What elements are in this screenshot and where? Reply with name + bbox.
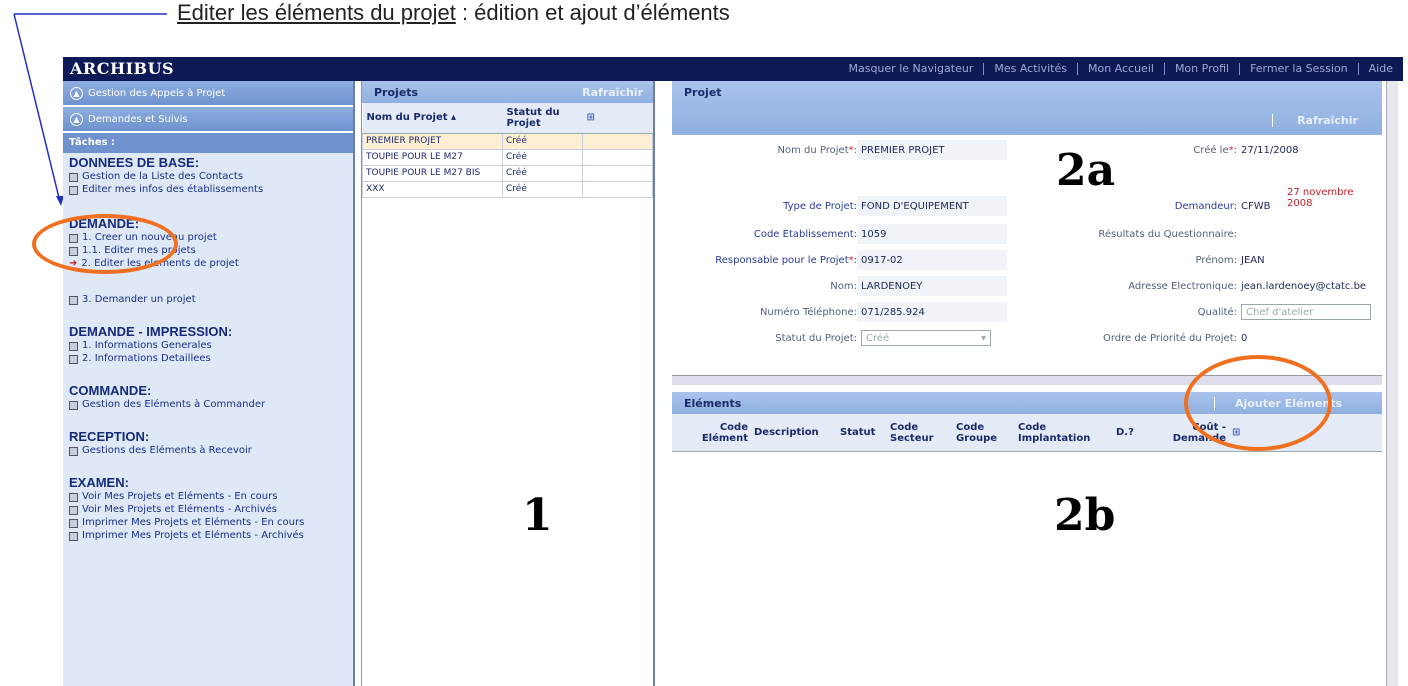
table-row[interactable]: TOUPIE POUR LE M27 BIS Créé [362, 164, 653, 182]
nav-item[interactable]: Imprimer Mes Projets et Eléments - En co… [69, 517, 347, 529]
vertical-scrollbar[interactable] [1386, 81, 1398, 686]
nav-item[interactable]: 3. Demander un projet [69, 294, 347, 306]
task-icon [69, 173, 78, 182]
app-logo: ARCHIBUS [70, 59, 175, 78]
col-status[interactable]: Statut [840, 427, 890, 438]
establishment-code-value[interactable]: 1059 [857, 224, 1007, 244]
accordion-appels[interactable]: ▲ Gestion des Appels à Projet [63, 81, 353, 107]
nav-item[interactable]: 2. Informations Detaillees [69, 353, 347, 365]
task-icon [69, 342, 78, 351]
highlight-ring-demande [32, 214, 178, 274]
priority-value[interactable]: 0 [1237, 333, 1377, 344]
task-icon [69, 296, 78, 305]
nav-item[interactable]: Gestions des Eléments à Recevoir [69, 445, 347, 457]
task-icon [69, 519, 78, 528]
nav-item[interactable]: Editer mes infos des établissements [69, 184, 347, 196]
nav-item[interactable]: Gestion de la Liste des Contacts [69, 171, 347, 183]
task-icon [69, 186, 78, 195]
caption-link: Editer les éléments du projet [177, 0, 456, 25]
status-select[interactable]: Créé ▾ [861, 330, 991, 346]
table-row[interactable]: PREMIER PROJET Créé [362, 132, 653, 150]
project-form-header: Projet Rafraîchir [672, 81, 1382, 135]
email-value[interactable]: jean.lardenoey@ctatc.be [1237, 281, 1377, 292]
task-icon [69, 401, 78, 410]
navigator: ▲ Gestion des Appels à Projet ▲ Demandes e… [63, 81, 355, 686]
add-column-icon[interactable]: ⊞ [582, 103, 653, 134]
nav-item[interactable]: 1. Informations Generales [69, 340, 347, 352]
marker-1: 1 [522, 490, 553, 541]
nav-item[interactable]: Gestion des Eléments à Commander [69, 399, 347, 411]
table-row[interactable]: TOUPIE POUR LE M27 Créé [362, 148, 653, 166]
topnav-my-profile[interactable]: Mon Profil [1165, 63, 1241, 75]
firstname-value[interactable]: JEAN [1237, 255, 1377, 266]
topnav-logout[interactable]: Fermer la Session [1240, 63, 1359, 75]
phone-value[interactable]: 071/285.924 [857, 302, 1007, 322]
section-title: RECEPTION: [69, 429, 150, 444]
created-date-value[interactable]: 27/11/2008 [1237, 145, 1377, 156]
elements-title: Eléments [684, 397, 742, 410]
caption-rest: : édition et ajout d’éléments [455, 0, 730, 25]
marker-2b: 2b [1054, 490, 1116, 541]
collapse-icon: ▲ [70, 112, 83, 126]
table-row[interactable]: XXX Créé [362, 180, 653, 198]
highlight-ring-add [1184, 355, 1332, 451]
projects-panel: Projets Rafraîchir Nom du Projet ▴ Statu… [361, 81, 655, 686]
nav-item[interactable]: Imprimer Mes Projets et Eléments - Archi… [69, 530, 347, 542]
col-code-element[interactable]: Code Elément [672, 422, 754, 444]
section-title: EXAMEN: [69, 475, 129, 490]
lastname-value[interactable]: LARDENOEY [857, 276, 1007, 296]
col-description[interactable]: Description [754, 427, 840, 438]
accordion-demandes[interactable]: ▲ Demandes et Suivis [63, 107, 353, 133]
projects-refresh-button[interactable]: Rafraîchir [582, 86, 643, 99]
col-header-name[interactable]: Nom du Projet ▴ [362, 103, 503, 134]
requester-value[interactable]: CFWB [1237, 201, 1377, 212]
tasks-header: Tâches : [63, 133, 353, 153]
project-name-value[interactable]: PREMIER PROJET [857, 140, 1007, 160]
nav-item[interactable]: Voir Mes Projets et Eléments - En cours [69, 491, 347, 503]
task-icon [69, 493, 78, 502]
task-icon [69, 447, 78, 456]
projects-title: Projets [374, 85, 419, 99]
task-icon [69, 532, 78, 541]
project-form-panel: Projet Rafraîchir Nom du Projet*: PREMIE… [672, 81, 1382, 385]
marker-2a: 2a [1056, 145, 1116, 196]
project-form-title: Projet [684, 86, 722, 99]
project-form-body: Nom du Projet*: PREMIER PROJET Créé le*:… [672, 135, 1382, 375]
accordion-appels-label: Gestion des Appels à Projet [88, 87, 226, 99]
top-bar: ARCHIBUS Masquer le Navigateur Mes Activ… [63, 57, 1403, 81]
col-sector[interactable]: Code Secteur [890, 422, 956, 444]
project-type-value[interactable]: FOND D'EQUIPEMENT [857, 196, 1007, 216]
chevron-down-icon: ▾ [980, 332, 986, 344]
col-header-status[interactable]: Statut du Projet [502, 103, 583, 134]
section-title: DEMANDE - IMPRESSION: [69, 324, 233, 339]
project-refresh-button[interactable]: Rafraîchir [1272, 114, 1382, 127]
col-location[interactable]: Code Implantation [1018, 422, 1116, 444]
section-title: COMMANDE: [69, 383, 152, 398]
caption: Editer les éléments du projet : édition … [177, 0, 730, 26]
responsible-value[interactable]: 0917-02 [857, 250, 1007, 270]
collapse-icon: ▲ [70, 86, 83, 100]
top-nav: Masquer le Navigateur Mes Activités Mon … [838, 57, 1403, 81]
task-icon [69, 355, 78, 364]
topnav-my-home[interactable]: Mon Accueil [1078, 63, 1165, 75]
nav-item[interactable]: Voir Mes Projets et Eléments - Archivés [69, 504, 347, 516]
topnav-help[interactable]: Aide [1359, 63, 1403, 75]
topnav-hide-navigator[interactable]: Masquer le Navigateur [838, 63, 985, 75]
projects-table: Nom du Projet ▴ Statut du Projet ⊞ PREMI… [362, 103, 653, 198]
quality-input[interactable]: Chef d'atelier [1241, 304, 1371, 320]
task-icon [69, 506, 78, 515]
col-group[interactable]: Code Groupe [956, 422, 1018, 444]
projects-header: Projets Rafraîchir [362, 81, 653, 103]
col-d[interactable]: D.? [1116, 427, 1156, 438]
topnav-my-activities[interactable]: Mes Activités [984, 63, 1078, 75]
section-title: DONNEES DE BASE: [69, 155, 200, 170]
accordion-demandes-label: Demandes et Suivis [88, 113, 188, 125]
